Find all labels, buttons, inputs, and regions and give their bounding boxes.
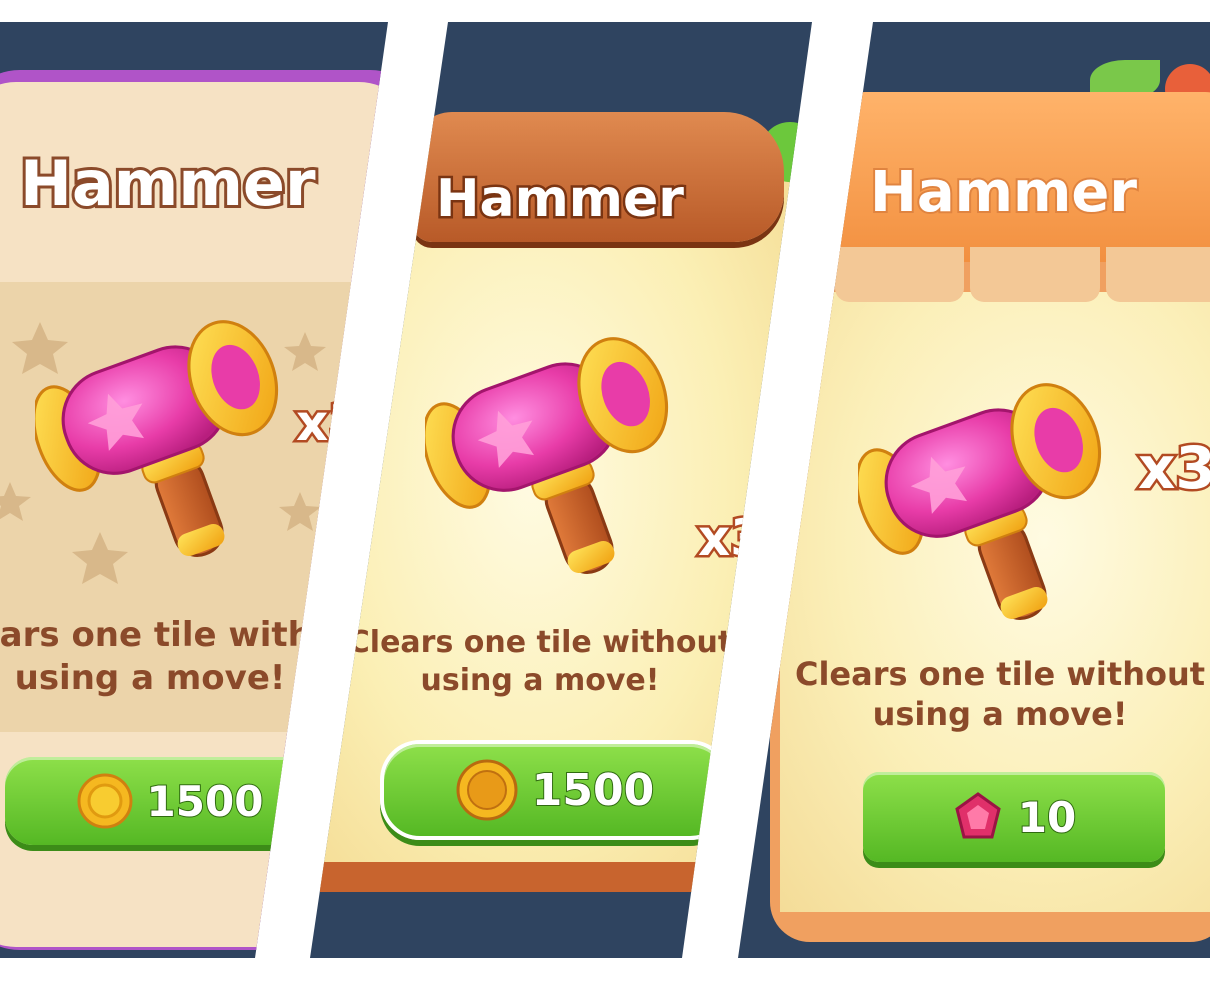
buy-button[interactable]: 10: [863, 772, 1165, 862]
hammer-icon: [858, 370, 1108, 640]
description-line-1: Clears one tile without: [794, 655, 1206, 693]
hammer-icon: [35, 307, 285, 577]
coin-icon: [456, 759, 518, 821]
description-line-1: Clears one tile without: [0, 615, 376, 655]
description-line-2: using a move!: [14, 657, 286, 698]
buy-button[interactable]: 1500: [5, 757, 335, 845]
panel-title: Hammer: [868, 158, 1139, 227]
awning: [835, 247, 1210, 302]
panel-title: Hammer: [17, 144, 319, 223]
hammer-icon: [425, 324, 675, 594]
description: Clears one tile without using a move!: [330, 624, 750, 699]
description-line-2: using a move!: [872, 695, 1128, 733]
price-label: 1500: [146, 776, 265, 827]
multiplier-label: x3: [1136, 432, 1210, 505]
price-label: 10: [1017, 792, 1077, 843]
description-line-2: using a move!: [420, 662, 660, 698]
description: Clears one tile without using a move!: [780, 654, 1210, 734]
panel-title: Hammer: [434, 167, 687, 232]
coin-icon: [77, 773, 133, 829]
multiplier-label: x3: [695, 507, 767, 570]
frame-bottom: [320, 862, 790, 892]
buy-button[interactable]: 1500: [380, 740, 730, 840]
description: Clears one tile without using a move!: [0, 614, 376, 699]
description-line-1: Clears one tile without: [347, 625, 733, 660]
multiplier-label: x3: [293, 392, 365, 455]
price-label: 1500: [531, 764, 655, 817]
gem-icon: [955, 792, 1001, 839]
